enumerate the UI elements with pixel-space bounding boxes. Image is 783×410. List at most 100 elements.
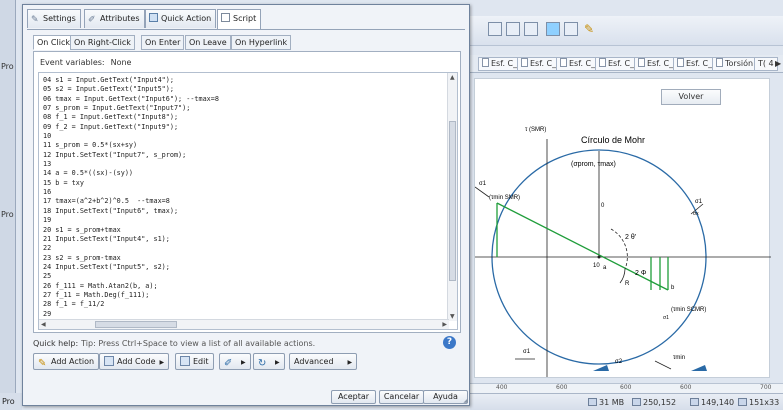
tab-attributes[interactable]: ✐ Attributes: [84, 9, 145, 28]
volver-button[interactable]: Volver: [661, 89, 721, 105]
sigma-min-label: σ1: [479, 181, 487, 187]
event-tab-on-click[interactable]: On Click: [33, 35, 74, 50]
scroll-thumb[interactable]: [95, 321, 177, 328]
a-label: a: [603, 265, 607, 271]
bottom-fig-triangle-1: [593, 365, 609, 371]
event-tab-on-enter[interactable]: On Enter: [141, 35, 185, 50]
code-line: 17 tmax=(a^2+b^2)^0.5 --tmax=8: [43, 197, 170, 206]
bottom-right-point-label: (τmin SCMR): [671, 307, 706, 313]
tab-settings[interactable]: ✎ Settings: [27, 9, 81, 28]
code-line: 11 s_prom = 0.5*(sx+sy): [43, 141, 138, 150]
pen-tool-button[interactable]: ✐ ▶: [219, 353, 251, 370]
tab-scroll-right-icon[interactable]: ▶: [775, 59, 781, 68]
code-line: 10: [43, 132, 52, 141]
background-tab-bar: Esf. C_2 Esf. C_3 Esf. C_4 Esf. C_5 Esf.…: [470, 55, 783, 73]
code-line: 12 Input.SetText("Input7", s_prom);: [43, 150, 187, 159]
page-icon: [521, 58, 528, 67]
status-bar: 31 MB 250,152 149,140 151x33: [470, 393, 783, 410]
ruler-label: 600: [620, 384, 632, 391]
add-code-button[interactable]: Add Code ▶: [99, 353, 170, 370]
tau-axis-label: τ (SMR): [525, 127, 546, 133]
b-label: b: [671, 285, 675, 291]
refresh-button[interactable]: ↻ ▶: [253, 353, 285, 370]
wrench-icon: ✎: [31, 15, 39, 25]
dialog-footer: Aceptar Cancelar Ayuda: [23, 388, 469, 406]
code-line: 23 s2 = s_prom-tmax: [43, 253, 121, 262]
dropdown-arrow-icon: ▶: [275, 359, 280, 366]
page-icon: [482, 58, 489, 67]
script-code-editor[interactable]: 04 s1 = Input.GetText("Input4"); 05 s2 = …: [38, 72, 458, 330]
code-horizontal-scrollbar[interactable]: ◀ ▶: [39, 319, 449, 329]
scroll-right-icon[interactable]: ▶: [442, 321, 447, 328]
code-line: 28 f_1 = f_11/2: [43, 300, 105, 309]
code-line: 06 tmax = Input.GetText("Input6"); --tma…: [43, 94, 219, 103]
code-line: 19: [43, 216, 52, 225]
tab-quick-action[interactable]: Quick Action: [145, 9, 217, 28]
quick-help-text: Tip: Press Ctrl+Space to view a list of …: [81, 339, 316, 348]
scroll-thumb[interactable]: [449, 121, 456, 281]
grid-icon[interactable]: [488, 22, 502, 36]
angle-2phi-label: 2 Φ: [635, 270, 647, 277]
code-line: 20 s1 = s_prom+tmax: [43, 225, 121, 234]
position-status: 250,152: [632, 398, 676, 407]
code-line: 18 Input.SetText("Input6", tmax);: [43, 206, 179, 215]
code-lines: 04 s1 = Input.GetText("Input4"); 05 s2 = …: [43, 76, 443, 329]
quick-help: Quick help: Tip: Press Ctrl+Space to view…: [33, 339, 315, 348]
accept-button[interactable]: Aceptar: [331, 390, 376, 404]
columns-icon[interactable]: [524, 22, 538, 36]
tab-torsion[interactable]: Torsión: [712, 57, 758, 71]
radius-label: R: [625, 281, 630, 287]
tab-script[interactable]: Script: [217, 9, 262, 29]
code-line: 16: [43, 188, 52, 197]
dimensions-icon: [738, 398, 747, 406]
resize-grip-icon[interactable]: ◢: [463, 397, 468, 404]
page-icon: [638, 58, 645, 67]
bottom-fig-triangle-2: [691, 365, 707, 371]
dimensions-status: 151x33: [738, 398, 779, 407]
dropdown-arrow-icon: ▶: [241, 359, 246, 366]
edit-icon: [180, 356, 190, 366]
event-tab-on-leave[interactable]: On Leave: [185, 35, 231, 50]
help-icon[interactable]: ?: [443, 336, 456, 349]
code-line: 15 b = txy: [43, 178, 84, 187]
advanced-button[interactable]: Advanced ▶: [289, 353, 358, 370]
background-left-panel: Pro Pro: [0, 0, 16, 410]
scroll-up-icon[interactable]: ▲: [450, 74, 455, 81]
script-panel: Event variables: None 04 s1 = Input.GetTe…: [33, 51, 461, 333]
event-tab-on-right-click[interactable]: On Right-Click: [70, 35, 135, 50]
table-icon[interactable]: [506, 22, 520, 36]
center-value-label: 10: [593, 263, 600, 269]
pen-icon: ✐: [224, 358, 233, 369]
ruler-label: 600: [556, 384, 568, 391]
ruler: 400 600 600 600 700: [470, 383, 783, 393]
dropdown-arrow-icon: ▶: [347, 359, 353, 366]
properties-dialog: ✎ Settings ✐ Attributes Quick Action Scrip…: [22, 4, 470, 406]
tau-min-arrow: [654, 360, 672, 370]
code-line: 25: [43, 272, 52, 281]
script-icon: [221, 13, 230, 22]
help-button[interactable]: Ayuda: [423, 390, 468, 404]
scroll-down-icon[interactable]: ▼: [450, 313, 455, 320]
scroll-left-icon[interactable]: ◀: [41, 321, 46, 328]
mohr-circle-diagram: Círculo de Mohr τ (SMR) (σprom, τmax) (τ…: [475, 127, 771, 377]
square-icon[interactable]: [564, 22, 578, 36]
zero-label: 0: [601, 203, 605, 209]
code-line: 07 s_prom = Input.GetText("Input7");: [43, 104, 191, 113]
edit-button[interactable]: Edit: [175, 353, 214, 370]
code-vertical-scrollbar[interactable]: ▲ ▼: [447, 73, 457, 321]
code-line: 04 s1 = Input.GetText("Input4");: [43, 76, 174, 84]
code-line: 29: [43, 309, 52, 318]
left-fragment: Pro: [1, 210, 14, 219]
pencil-icon[interactable]: ✎: [584, 22, 598, 36]
layout-icon[interactable]: [546, 22, 560, 36]
add-action-button[interactable]: ✎ Add Action: [33, 353, 100, 370]
code-line: 26 f_111 = Math.Atan2(b, a);: [43, 281, 158, 290]
selection-size-icon: [690, 398, 699, 406]
background-toolbar: ✎: [470, 16, 783, 46]
page-icon: [560, 58, 567, 67]
sigma-max-label: σ1: [695, 199, 703, 205]
bottom-label-3: τmin: [673, 355, 685, 361]
ruler-label: 400: [496, 384, 508, 391]
event-tab-on-hyperlink[interactable]: On Hyperlink: [231, 35, 292, 50]
cancel-button[interactable]: Cancelar: [379, 390, 424, 404]
